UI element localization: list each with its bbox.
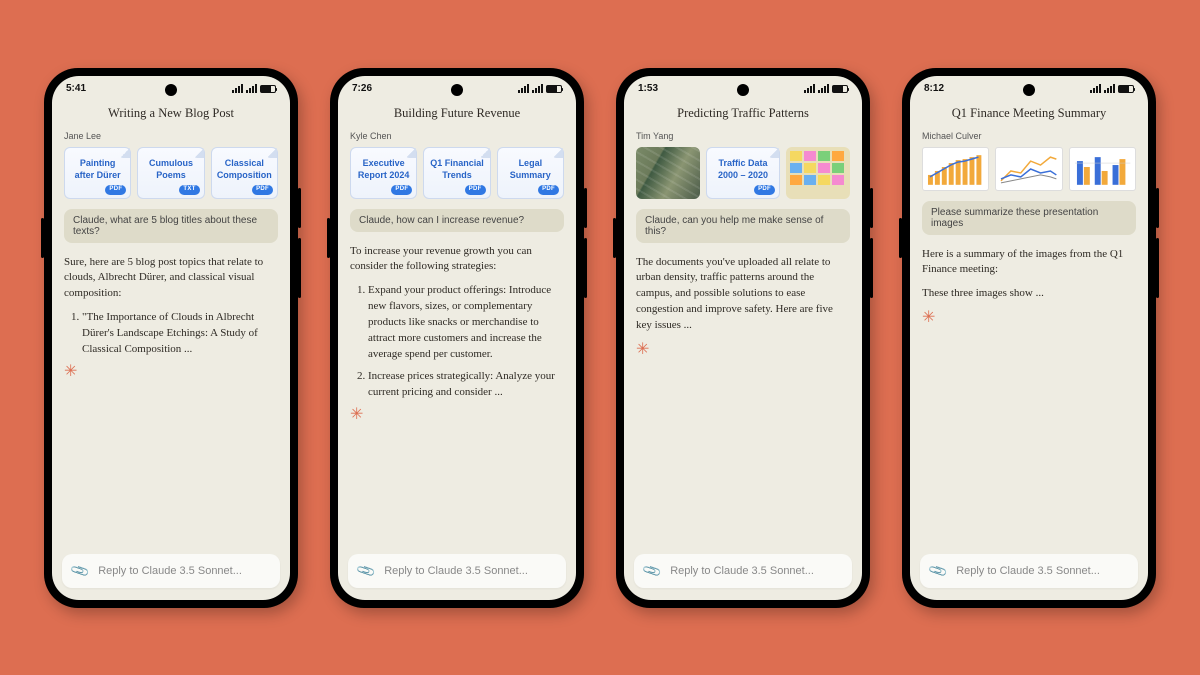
file-badge: PDF bbox=[105, 185, 126, 195]
user-prompt: Claude, can you help me make sense of th… bbox=[636, 209, 850, 243]
loading-spark-icon: ✳ bbox=[64, 364, 278, 380]
loading-spark-icon: ✳ bbox=[922, 310, 1136, 326]
screen: 7:26 Building Future Revenue Kyle Chen E… bbox=[338, 76, 576, 600]
attachment-icon[interactable]: 📎 bbox=[927, 560, 949, 582]
loading-spark-icon: ✳ bbox=[636, 342, 850, 358]
reply-placeholder: Reply to Claude 3.5 Sonnet... bbox=[98, 565, 242, 577]
phone-mockup: 1:53 Predicting Traffic Patterns Tim Yan… bbox=[616, 68, 870, 608]
attachment-file[interactable]: Cumulous PoemsTXT bbox=[137, 147, 204, 199]
signal-icon bbox=[1090, 84, 1101, 93]
loading-spark-icon: ✳ bbox=[350, 407, 564, 423]
assistant-response: The documents you've uploaded all relate… bbox=[636, 255, 850, 335]
status-time: 5:41 bbox=[66, 83, 86, 94]
assistant-response: To increase your revenue growth you can … bbox=[350, 244, 564, 401]
attachment-icon[interactable]: 📎 bbox=[641, 560, 663, 582]
attachment-chart[interactable] bbox=[1069, 147, 1136, 191]
conversation-title: Predicting Traffic Patterns bbox=[624, 102, 862, 131]
file-badge: PDF bbox=[391, 185, 412, 195]
user-prompt: Please summarize these presentation imag… bbox=[922, 201, 1136, 235]
status-time: 8:12 bbox=[924, 83, 944, 94]
screen: 8:12 Q1 Finance Meeting Summary Michael … bbox=[910, 76, 1148, 600]
wifi-icon bbox=[818, 84, 829, 93]
attachment-file[interactable]: Classical CompositionPDF bbox=[211, 147, 278, 199]
battery-icon bbox=[1118, 85, 1134, 93]
reply-input[interactable]: 📎 Reply to Claude 3.5 Sonnet... bbox=[920, 554, 1138, 588]
battery-icon bbox=[546, 85, 562, 93]
file-badge: TXT bbox=[179, 185, 199, 195]
attachment-file[interactable]: Q1 Financial TrendsPDF bbox=[423, 147, 490, 199]
phone-mockup: 8:12 Q1 Finance Meeting Summary Michael … bbox=[902, 68, 1156, 608]
file-badge: PDF bbox=[754, 185, 775, 195]
signal-icon bbox=[804, 84, 815, 93]
signal-icon bbox=[518, 84, 529, 93]
reply-placeholder: Reply to Claude 3.5 Sonnet... bbox=[670, 565, 814, 577]
attachment-chart[interactable] bbox=[995, 147, 1062, 191]
reply-placeholder: Reply to Claude 3.5 Sonnet... bbox=[956, 565, 1100, 577]
status-time: 1:53 bbox=[638, 83, 658, 94]
conversation-title: Building Future Revenue bbox=[338, 102, 576, 131]
file-badge: PDF bbox=[252, 185, 273, 195]
user-prompt: Claude, how can I increase revenue? bbox=[350, 209, 564, 232]
attachment-image[interactable] bbox=[786, 147, 850, 199]
wifi-icon bbox=[1104, 84, 1115, 93]
file-badge: PDF bbox=[465, 185, 486, 195]
battery-icon bbox=[260, 85, 276, 93]
conversation-title: Writing a New Blog Post bbox=[52, 102, 290, 131]
attachment-file[interactable]: Painting after DürerPDF bbox=[64, 147, 131, 199]
conversation-title: Q1 Finance Meeting Summary bbox=[910, 102, 1148, 131]
user-name: Kyle Chen bbox=[350, 131, 564, 141]
signal-icon bbox=[232, 84, 243, 93]
reply-placeholder: Reply to Claude 3.5 Sonnet... bbox=[384, 565, 528, 577]
phone-mockup: 7:26 Building Future Revenue Kyle Chen E… bbox=[330, 68, 584, 608]
reply-input[interactable]: 📎 Reply to Claude 3.5 Sonnet... bbox=[634, 554, 852, 588]
screen: 5:41 Writing a New Blog Post Jane Lee Pa… bbox=[52, 76, 290, 600]
user-name: Jane Lee bbox=[64, 131, 278, 141]
assistant-response: Sure, here are 5 blog post topics that r… bbox=[64, 255, 278, 359]
attachment-chart[interactable] bbox=[922, 147, 989, 191]
user-prompt: Claude, what are 5 blog titles about the… bbox=[64, 209, 278, 243]
screen: 1:53 Predicting Traffic Patterns Tim Yan… bbox=[624, 76, 862, 600]
file-badge: PDF bbox=[538, 185, 559, 195]
attachment-icon[interactable]: 📎 bbox=[355, 560, 377, 582]
reply-input[interactable]: 📎 Reply to Claude 3.5 Sonnet... bbox=[62, 554, 280, 588]
user-name: Michael Culver bbox=[922, 131, 1136, 141]
wifi-icon bbox=[532, 84, 543, 93]
phone-mockup: 5:41 Writing a New Blog Post Jane Lee Pa… bbox=[44, 68, 298, 608]
attachment-image[interactable] bbox=[636, 147, 700, 199]
attachment-file[interactable]: Legal SummaryPDF bbox=[497, 147, 564, 199]
wifi-icon bbox=[246, 84, 257, 93]
status-time: 7:26 bbox=[352, 83, 372, 94]
reply-input[interactable]: 📎 Reply to Claude 3.5 Sonnet... bbox=[348, 554, 566, 588]
assistant-response: Here is a summary of the images from the… bbox=[922, 247, 1136, 303]
battery-icon bbox=[832, 85, 848, 93]
user-name: Tim Yang bbox=[636, 131, 850, 141]
attachment-icon[interactable]: 📎 bbox=[69, 560, 91, 582]
attachment-file[interactable]: Traffic Data 2000 – 2020PDF bbox=[706, 147, 780, 199]
attachment-file[interactable]: Executive Report 2024PDF bbox=[350, 147, 417, 199]
